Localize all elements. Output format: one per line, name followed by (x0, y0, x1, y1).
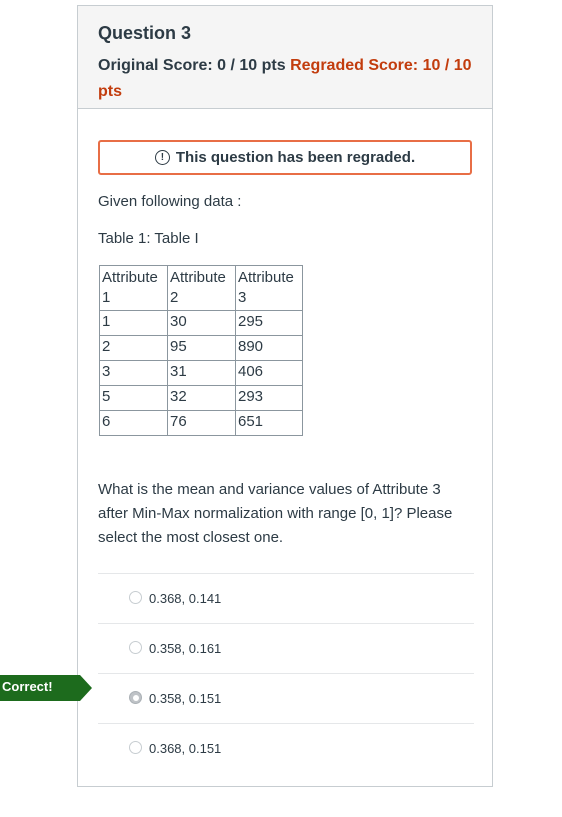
table-row: 1 30 295 (99, 310, 303, 336)
table-row: 6 76 651 (99, 410, 303, 436)
table-cell: 5 (99, 385, 168, 411)
regraded-banner-text: This question has been regraded. (175, 149, 416, 166)
radio-button-selected[interactable] (129, 691, 142, 704)
question-title: Question 3 (98, 23, 192, 43)
score-line: Original Score: 0 / 10 pts Regraded Scor… (98, 53, 478, 105)
given-data-text: Given following data : (98, 193, 242, 210)
answer-label: 0.358, 0.151 (149, 691, 222, 706)
table-header-cell: Attribute 1 (99, 265, 168, 311)
table-cell: 31 (167, 360, 236, 386)
table-header-cell: Attribute 3 (235, 265, 303, 311)
table-cell: 293 (235, 385, 303, 411)
table-cell: 76 (167, 410, 236, 436)
regraded-banner: ! This question has been regraded. (98, 140, 472, 175)
regraded-score-label: Regraded Score: (290, 57, 419, 74)
alert-circle-icon: ! (154, 150, 170, 165)
table-cell: 32 (167, 385, 236, 411)
answer-option[interactable]: 0.368, 0.151 (98, 723, 474, 773)
answer-option-selected[interactable]: 0.358, 0.151 (98, 673, 474, 723)
table-cell: 6 (99, 410, 168, 436)
radio-button[interactable] (129, 741, 142, 754)
table-cell: 95 (167, 335, 236, 361)
correct-answer-flag: Correct! (0, 675, 92, 701)
question-card: Question 3 Original Score: 0 / 10 pts Re… (77, 5, 493, 787)
table-cell: 890 (235, 335, 303, 361)
original-score-label: Original Score: (98, 57, 213, 74)
question-header: Question 3 Original Score: 0 / 10 pts Re… (78, 6, 492, 109)
table-cell: 651 (235, 410, 303, 436)
flag-arrow (80, 675, 92, 701)
data-table: Attribute 1 Attribute 2 Attribute 3 1 30… (99, 265, 303, 436)
question-prompt: What is the mean and variance values of … (98, 481, 453, 546)
table-caption: Table 1: Table I (98, 230, 199, 247)
table-header-cell: Attribute 2 (167, 265, 236, 311)
table-row: 3 31 406 (99, 360, 303, 386)
table-cell: 1 (99, 310, 168, 336)
table-row: 2 95 890 (99, 335, 303, 361)
table-row: 5 32 293 (99, 385, 303, 411)
answer-option[interactable]: 0.368, 0.141 (98, 573, 474, 623)
correct-label: Correct! (2, 679, 53, 694)
radio-button[interactable] (129, 641, 142, 654)
answer-label: 0.368, 0.141 (149, 591, 222, 606)
table-header-row: Attribute 1 Attribute 2 Attribute 3 (99, 265, 303, 311)
table-cell: 30 (167, 310, 236, 336)
radio-button[interactable] (129, 591, 142, 604)
table-cell: 2 (99, 335, 168, 361)
table-cell: 3 (99, 360, 168, 386)
answer-option[interactable]: 0.358, 0.161 (98, 623, 474, 673)
table-cell: 295 (235, 310, 303, 336)
answer-label: 0.358, 0.161 (149, 641, 222, 656)
answer-list: 0.368, 0.141 0.358, 0.161 0.358, 0.151 0… (98, 573, 474, 773)
table-cell: 406 (235, 360, 303, 386)
original-score: 0 / 10 pts (217, 57, 286, 74)
answer-label: 0.368, 0.151 (149, 741, 222, 756)
